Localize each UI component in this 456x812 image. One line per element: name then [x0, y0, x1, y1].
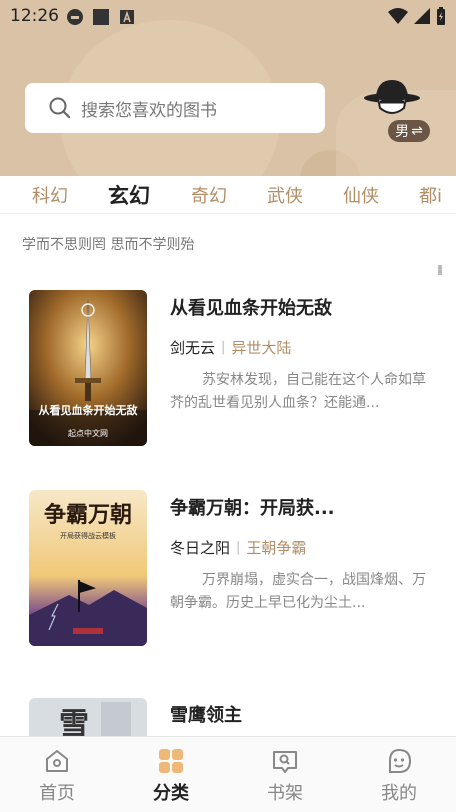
search-bar[interactable]: 搜索您喜欢的图书: [25, 83, 325, 133]
book-author: 剑无云: [170, 339, 216, 357]
header: 12:26 搜索您喜欢的图书 男 ⇌: [0, 0, 456, 176]
switch-icon: ⇌: [411, 123, 423, 139]
book-item[interactable]: 从看见血条开始无敌 起点中文网 从看见血条开始无敌 剑无云 | 异世大陆 苏安林…: [0, 290, 456, 450]
bookshelf-icon: [273, 751, 297, 773]
tab-fantasy[interactable]: 奇幻: [191, 182, 227, 208]
nav-label: 首页: [39, 783, 75, 804]
tab-xianxia[interactable]: 仙侠: [343, 182, 379, 208]
cover-publisher: 起点中文网: [68, 428, 108, 438]
wifi-icon: [388, 8, 408, 24]
home-icon: [46, 750, 68, 772]
book-cover[interactable]: 争霸万朝 开局获得战云模板: [29, 490, 147, 646]
tab-wuxia[interactable]: 武侠: [267, 182, 303, 208]
meta-separator: |: [236, 540, 241, 555]
meta-separator: |: [221, 340, 226, 355]
search-placeholder: 搜索您喜欢的图书: [81, 100, 217, 121]
font-icon: [120, 10, 134, 24]
book-item[interactable]: 争霸万朝 开局获得战云模板 争霸万朝：开局获... 冬日之阳 | 王朝争霸 万界…: [0, 490, 456, 650]
nav-label: 书架: [267, 783, 303, 804]
bottom-navigation: 首页 分类 书架 我的: [0, 736, 456, 812]
book-title[interactable]: 从看见血条开始无敌: [170, 294, 332, 320]
cover-art: 从看见血条开始无敌 起点中文网: [29, 290, 147, 446]
gender-switch-button[interactable]: 男 ⇌: [388, 120, 430, 142]
avatar[interactable]: [362, 76, 422, 126]
nav-label: 分类: [153, 783, 189, 804]
cover-subtitle: 开局获得战云模板: [60, 531, 116, 540]
battery-icon: [437, 7, 445, 25]
nav-home[interactable]: 首页: [7, 747, 107, 805]
category-tabs: 科幻 玄幻 奇幻 武侠 仙侠 都i: [0, 176, 456, 214]
tab-urban[interactable]: 都i: [419, 182, 442, 208]
signal-icon: [414, 8, 430, 24]
book-author: 冬日之阳: [170, 539, 231, 557]
cover-art: 争霸万朝 开局获得战云模板: [29, 490, 147, 646]
gender-label: 男: [395, 124, 410, 140]
tab-xuanhuan[interactable]: 玄幻: [108, 180, 150, 210]
profile-icon: [389, 748, 412, 773]
motto-text: 学而不思则罔 思而不学则殆: [22, 237, 195, 253]
tab-scifi[interactable]: 科幻: [32, 182, 68, 208]
book-meta: 剑无云 | 异世大陆: [170, 337, 291, 358]
book-item[interactable]: 雪 雪鹰领主: [0, 698, 456, 738]
nav-label: 我的: [381, 783, 417, 804]
book-genre: 异世大陆: [231, 339, 292, 357]
status-bar: 12:26: [0, 0, 456, 32]
search-icon: [49, 97, 71, 119]
scrollbar[interactable]: [438, 265, 442, 275]
cover-art: 雪: [29, 698, 147, 738]
cover-title: 从看见血条开始无敌: [39, 403, 138, 417]
nav-bookshelf[interactable]: 书架: [235, 747, 335, 805]
cover-title: 争霸万朝: [44, 502, 132, 528]
book-meta: 冬日之阳 | 王朝争霸: [170, 537, 306, 558]
nav-profile[interactable]: 我的: [349, 747, 449, 805]
book-title[interactable]: 争霸万朝：开局获...: [170, 494, 335, 520]
game-controller-icon: [67, 9, 83, 25]
status-time: 12:26: [10, 6, 59, 26]
book-cover[interactable]: 雪: [29, 698, 147, 738]
book-title[interactable]: 雪鹰领主: [170, 701, 242, 727]
book-description: 苏安林发现，自己能在这个人命如草芥的乱世看见别人血条？还能通...: [170, 372, 426, 411]
book-description: 万界崩塌，虚实合一，战国烽烟、万朝争霸。历史上早已化为尘土...: [170, 572, 426, 611]
book-cover[interactable]: 从看见血条开始无敌 起点中文网: [29, 290, 147, 446]
cover-title: 雪: [59, 707, 89, 738]
square-icon: [93, 9, 109, 25]
book-genre: 王朝争霸: [246, 539, 307, 557]
nav-category[interactable]: 分类: [121, 747, 221, 805]
category-icon: [159, 749, 183, 773]
